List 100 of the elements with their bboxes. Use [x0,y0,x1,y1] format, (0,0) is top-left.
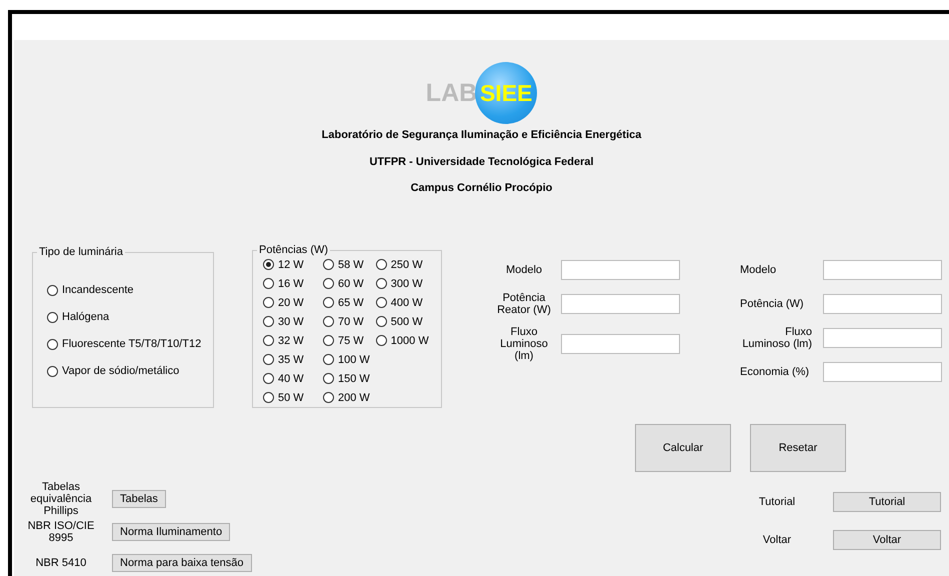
radio-option[interactable]: 32 W [263,333,317,348]
nav-button[interactable]: Tutorial [833,492,941,512]
reference-button[interactable]: Norma para baixa tensão [112,554,252,572]
input-field[interactable] [561,334,680,354]
heading: UTFPR - Universidade Tecnológica Federal [369,156,594,168]
radio-option[interactable]: 250 W [376,257,429,272]
option-label: 32 W [278,334,304,346]
radio-icon[interactable] [47,312,58,322]
radio-icon[interactable] [323,259,334,270]
option-label: 500 W [390,316,423,328]
radio-icon[interactable] [323,373,334,384]
input-field[interactable] [823,328,942,348]
radio-icon[interactable] [323,335,334,346]
input-field[interactable] [561,260,680,280]
option-label: 300 W [390,278,423,290]
nav-label: Tutorial [758,496,796,508]
radio-icon[interactable] [47,366,58,376]
radio-icon[interactable] [263,316,274,327]
radio-option[interactable]: 16 W [263,276,317,291]
radio-icon[interactable] [376,297,387,308]
radio-option[interactable]: 70 W [323,314,370,329]
radio-option[interactable]: 500 W [376,314,429,329]
radio-icon[interactable] [376,316,387,327]
option-label: 12 W [278,258,304,270]
reference-button[interactable]: Tabelas [112,490,166,508]
option-label: 70 W [338,316,364,328]
option-label: 1000 W [390,334,429,346]
radio-option[interactable]: 58 W [323,257,370,272]
radio-icon[interactable] [263,297,274,308]
radio-option[interactable]: Vapor de sódio/metálico [47,365,213,377]
option-label: Vapor de sódio/metálico [62,365,180,377]
heading: Laboratório de Segurança Iluminação e Eficiência Energética [322,129,642,141]
field-label: Fluxo Luminoso (lm) [499,326,549,362]
radio-icon[interactable] [323,392,334,403]
radio-option[interactable]: 12 W [263,257,317,272]
option-label: 65 W [338,296,364,308]
radio-option[interactable]: 35 W [263,352,317,367]
reference-button[interactable]: Norma Iluminamento [112,523,230,541]
field-label: Economia (%) [740,366,810,378]
radio-option[interactable]: 65 W [323,295,370,310]
radio-icon[interactable] [263,373,274,384]
option-label: 58 W [338,258,364,270]
radio-icon[interactable] [263,392,274,403]
radio-icon[interactable] [47,338,58,350]
input-field[interactable] [561,294,680,314]
radio-icon[interactable] [323,297,334,308]
radio-option[interactable]: Fluorescente T5/T8/T10/T12 [47,338,213,350]
field-label: Fluxo Luminoso (lm) [741,326,813,350]
radio-option[interactable]: 20 W [263,295,317,310]
radio-option[interactable]: 100 W [323,352,370,367]
logo-emblem: SIEE [475,62,538,124]
radio-option[interactable]: 400 W [376,295,429,310]
radio-icon[interactable] [263,335,274,346]
radio-option[interactable]: 60 W [323,276,370,291]
radio-option[interactable]: Halógena [47,311,213,323]
option-label: Halógena [62,311,110,323]
radio-icon[interactable] [47,284,58,296]
radio-option[interactable]: Incandescente [47,284,213,296]
group-title: Potências (W) [258,244,330,256]
radio-icon[interactable] [376,278,387,289]
option-label: Fluorescente T5/T8/T10/T12 [62,338,202,350]
option-label: 20 W [278,296,304,308]
option-label: 16 W [278,278,304,290]
radio-option[interactable]: 50 W [263,390,317,405]
field-label: Modelo [504,264,544,276]
radio-icon[interactable] [323,316,334,327]
option-label: 200 W [338,392,370,404]
option-label: 100 W [338,354,370,366]
nav-button[interactable]: Voltar [833,530,941,550]
radio-option[interactable]: 150 W [323,371,370,386]
field-label: Modelo [740,264,778,276]
radio-icon[interactable] [263,354,274,365]
option-label: 30 W [278,316,304,328]
option-label: 35 W [278,354,304,366]
radio-icon[interactable] [323,354,334,365]
field-label: Potência (W) [740,298,805,310]
radio-icon[interactable] [263,259,274,270]
radio-icon[interactable] [376,335,387,346]
radio-option[interactable]: 40 W [263,371,317,386]
action-button[interactable]: Calcular [635,424,731,472]
radio-icon[interactable] [263,278,274,289]
option-label: 50 W [278,392,304,404]
radio-icon[interactable] [323,278,334,289]
action-button[interactable]: Resetar [750,424,846,472]
radio-option[interactable]: 300 W [376,276,429,291]
radio-option[interactable]: 30 W [263,314,317,329]
radio-option[interactable]: 1000 W [376,333,429,348]
reference-label: Tabelas equivalência Phillips [29,481,93,517]
input-field[interactable] [823,362,942,382]
input-field[interactable] [823,260,942,280]
option-label: 40 W [278,372,304,384]
option-label: 150 W [338,372,370,384]
heading: Campus Cornélio Procópio [410,182,552,194]
radio-option[interactable]: 75 W [323,333,370,348]
radio-option[interactable]: 200 W [323,390,370,405]
input-field[interactable] [823,294,942,314]
radio-icon[interactable] [376,259,387,270]
reference-label: NBR 5410 [34,557,88,569]
option-label: 60 W [338,278,364,290]
option-label: 400 W [390,296,423,308]
